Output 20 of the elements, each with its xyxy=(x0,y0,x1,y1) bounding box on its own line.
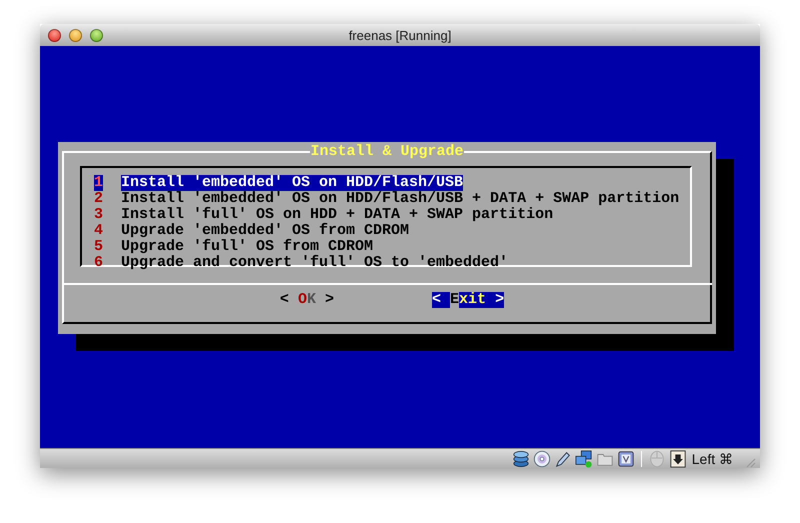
menu-item[interactable]: Upgrade 'full' OS from CDROM xyxy=(121,239,374,255)
disk-stack-icon[interactable] xyxy=(512,450,530,468)
dialog-button[interactable]: < Exit > xyxy=(432,292,504,308)
menu-item[interactable]: Install 'embedded' OS on HDD/Flash/USB + DATA + SWAP partition xyxy=(121,191,680,207)
host-key-label: Left ⌘ xyxy=(692,450,733,466)
menu-item[interactable]: Install 'embedded' OS on HDD/Flash/USB xyxy=(121,175,464,191)
close-button[interactable] xyxy=(48,28,61,42)
dialog-button[interactable]: < OK > xyxy=(280,292,334,308)
resize-grip-icon[interactable] xyxy=(744,456,756,468)
menu-item[interactable]: Upgrade 'embedded' OS from CDROM xyxy=(121,223,410,239)
zoom-button[interactable] xyxy=(90,28,103,42)
dialog-title: Install & Upgrade xyxy=(310,144,464,160)
menu-item[interactable]: Install 'full' OS on HDD + DATA + SWAP partition xyxy=(121,207,554,223)
menu-item[interactable]: Upgrade and convert 'full' OS to 'embedded' xyxy=(121,255,508,271)
minimize-button[interactable] xyxy=(69,28,82,42)
window-title: freenas [Running] xyxy=(348,28,452,42)
menu-item-key[interactable]: 1 xyxy=(94,175,103,191)
chip-icon[interactable] xyxy=(616,450,635,468)
cd-icon[interactable] xyxy=(532,450,551,468)
network-icon[interactable] xyxy=(574,450,593,468)
